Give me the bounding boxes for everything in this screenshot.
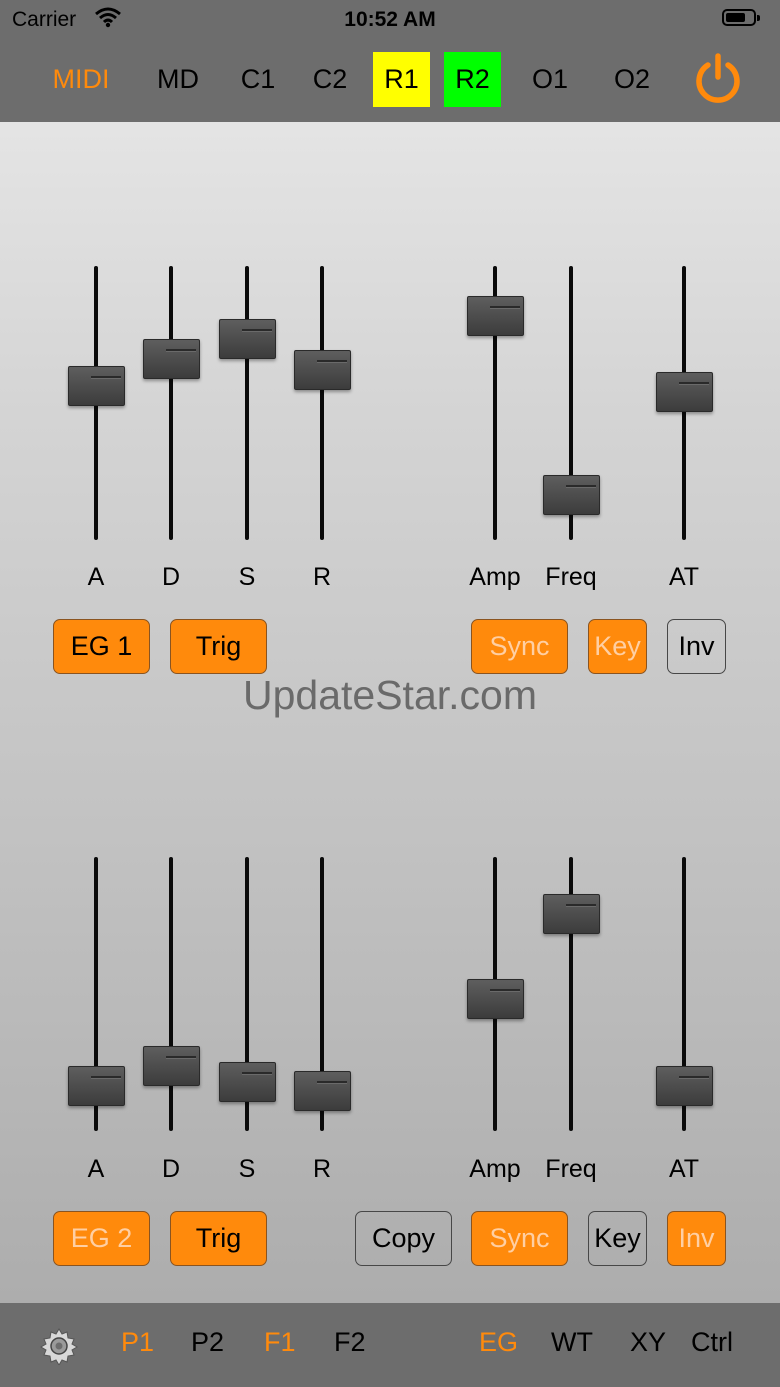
eg1-select-button[interactable]: EG 1 (53, 619, 150, 674)
eg2-sync-button[interactable]: Sync (471, 1211, 568, 1266)
eg1-freq-slider-thumb[interactable] (543, 475, 600, 515)
eg1-s-slider-thumb[interactable] (219, 319, 276, 359)
tab-md[interactable]: MD (150, 52, 206, 107)
eg2-d-slider-thumb[interactable] (143, 1046, 200, 1086)
eg1-a-slider-thumb[interactable] (68, 366, 125, 406)
tab-f2[interactable]: F2 (334, 1327, 366, 1358)
eg2-select-button[interactable]: EG 2 (53, 1211, 150, 1266)
eg2-d-label: D (161, 1155, 181, 1183)
top-nav: MIDI MD C1 C2 R1 R2 O1 O2 (0, 40, 780, 122)
eg2-at-label: AT (668, 1155, 700, 1183)
tab-midi[interactable]: MIDI (50, 52, 112, 107)
eg1-d-slider-thumb[interactable] (143, 339, 200, 379)
eg2-at-slider-thumb[interactable] (656, 1066, 713, 1106)
eg1-s-slider-track[interactable] (245, 266, 249, 540)
eg2-amp-label: Amp (469, 1155, 521, 1183)
eg2-freq-label: Freq (545, 1155, 597, 1183)
eg2-copy-button[interactable]: Copy (355, 1211, 452, 1266)
eg2-r-slider-thumb[interactable] (294, 1071, 351, 1111)
eg1-freq-label: Freq (545, 563, 597, 591)
battery-icon (722, 9, 760, 26)
eg1-s-label: S (238, 563, 256, 591)
eg1-key-button[interactable]: Key (588, 619, 647, 674)
tab-c2[interactable]: C2 (304, 52, 356, 107)
tab-o2[interactable]: O2 (604, 52, 660, 107)
eg1-at-label: AT (668, 563, 700, 591)
eg1-trig-button[interactable]: Trig (170, 619, 267, 674)
eg1-inv-button[interactable]: Inv (667, 619, 726, 674)
eg2-a-label: A (87, 1155, 105, 1183)
eg1-at-slider-thumb[interactable] (656, 372, 713, 412)
watermark: UpdateStar.com (243, 672, 537, 718)
status-bar: Carrier 10:52 AM (0, 0, 780, 40)
tab-p2[interactable]: P2 (191, 1327, 224, 1358)
eg2-s-slider-thumb[interactable] (219, 1062, 276, 1102)
bottom-nav: P1 P2 F1 F2 EG WT XY Ctrl (0, 1303, 780, 1387)
tab-c1[interactable]: C1 (232, 52, 284, 107)
eg2-freq-slider-thumb[interactable] (543, 894, 600, 934)
eg1-r-label: R (312, 563, 332, 591)
eg2-d-slider-track[interactable] (169, 857, 173, 1131)
eg1-a-label: A (87, 563, 105, 591)
tab-f1[interactable]: F1 (264, 1327, 296, 1358)
eg1-amp-slider-thumb[interactable] (467, 296, 524, 336)
eg2-s-label: S (238, 1155, 256, 1183)
tab-r1[interactable]: R1 (373, 52, 430, 107)
eg1-d-slider-track[interactable] (169, 266, 173, 540)
eg1-sync-button[interactable]: Sync (471, 619, 568, 674)
tab-xy[interactable]: XY (630, 1327, 666, 1358)
eg2-amp-slider-thumb[interactable] (467, 979, 524, 1019)
clock: 10:52 AM (344, 8, 436, 31)
synth-screen: Carrier 10:52 AM MIDI MD C1 C2 R1 R2 O1 … (0, 0, 780, 1387)
eg2-key-button[interactable]: Key (588, 1211, 647, 1266)
tab-r2[interactable]: R2 (444, 52, 501, 107)
eg2-inv-button[interactable]: Inv (667, 1211, 726, 1266)
tab-wt[interactable]: WT (551, 1327, 593, 1358)
eg2-r-label: R (312, 1155, 332, 1183)
tab-ctrl[interactable]: Ctrl (691, 1327, 733, 1358)
eg1-amp-label: Amp (469, 563, 521, 591)
eg1-r-slider-track[interactable] (320, 266, 324, 540)
tab-p1[interactable]: P1 (121, 1327, 154, 1358)
tab-o1[interactable]: O1 (522, 52, 578, 107)
eg1-r-slider-thumb[interactable] (294, 350, 351, 390)
eg2-trig-button[interactable]: Trig (170, 1211, 267, 1266)
power-icon[interactable] (694, 53, 742, 110)
gear-icon[interactable] (40, 1327, 78, 1370)
eg1-d-label: D (161, 563, 181, 591)
eg2-a-slider-thumb[interactable] (68, 1066, 125, 1106)
tab-eg[interactable]: EG (479, 1327, 518, 1358)
